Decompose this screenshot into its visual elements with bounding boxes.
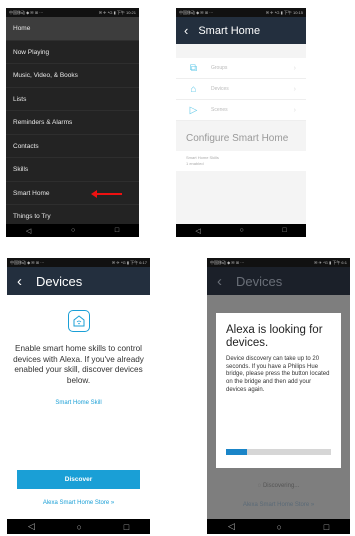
android-nav-bar: ◁ ○ □ [207, 519, 350, 534]
phone-discovery-screen: 中国移动 ◆ ✉ ⊞ ··· ✉ ✈ ⁴G ▮ 下午 6:1 ‹ Devices… [207, 258, 350, 534]
red-arrow-indicator [91, 189, 122, 198]
menu-item-lists[interactable]: Lists [6, 88, 139, 111]
smart-home-store-link-dimmed: Alexa Smart Home Store » [242, 502, 315, 508]
android-nav-bar: ◁ ○ □ [176, 224, 306, 237]
status-bar: 中国移动 ◆ ✉ ⊞ ··· ✉ ✈ ⁴G ▮ 下午 6:17 [7, 258, 150, 267]
smart-home-list: ⧉ Groups › ⌂ Devices › ▷ Scenes › [176, 58, 306, 121]
discovery-dialog: Alexa is looking for devices. Device dis… [216, 313, 341, 468]
status-left: 中国移动 ◆ ✉ ⊞ ··· [9, 10, 44, 15]
status-bar: 中国移动 ◆ ✉ ⊞ ··· ✉ ✈ ⁴G ▮ 下午 10:21 [6, 8, 139, 17]
menu-item-music-video-books[interactable]: Music, Video, & Books [6, 64, 139, 88]
status-right: ✉ ✈ ⁴G ▮ 下午 10:15 [265, 10, 303, 15]
home-nav-icon[interactable]: ○ [71, 227, 75, 234]
status-right: ✉ ✈ ⁴G ▮ 下午 10:21 [98, 10, 136, 15]
status-left: 中国移动 ◆ ✉ ⊞ ··· [210, 260, 245, 265]
phone-menu-screen: 中国移动 ◆ ✉ ⊞ ··· ✉ ✈ ⁴G ▮ 下午 10:21 Home No… [6, 8, 139, 237]
discovering-status: ◌ Discovering... [257, 483, 300, 489]
status-bar: 中国移动 ◆ ✉ ⊞ ··· ✉ ✈ ⁴G ▮ 下午 6:1 [207, 258, 350, 267]
recents-nav-icon[interactable]: □ [324, 522, 329, 532]
back-nav-icon[interactable]: ◁ [228, 521, 235, 532]
discover-button[interactable]: Discover [17, 470, 140, 489]
chevron-right-icon: › [293, 64, 296, 72]
devices-body: Enable smart home skills to control devi… [7, 295, 150, 519]
nav-menu: Home Now Playing Music, Video, & Books L… [6, 17, 139, 229]
groups-icon: ⧉ [189, 62, 198, 74]
configure-heading: Configure Smart Home [186, 133, 289, 144]
back-arrow-icon[interactable]: ‹ [17, 273, 22, 290]
devices-header-dimmed: ‹ Devices [207, 267, 350, 295]
back-nav-icon[interactable]: ◁ [195, 227, 200, 235]
recents-nav-icon[interactable]: □ [124, 522, 129, 532]
status-left: 中国移动 ◆ ✉ ⊞ ··· [179, 10, 214, 15]
status-right: ✉ ✈ ⁴G ▮ 下午 6:17 [111, 260, 147, 265]
scenes-icon: ▷ [189, 104, 198, 116]
row-groups[interactable]: ⧉ Groups › [176, 58, 306, 79]
chevron-right-icon: › [293, 85, 296, 93]
smart-home-store-link[interactable]: Alexa Smart Home Store » [7, 500, 150, 506]
android-nav-bar: ◁ ○ □ [7, 519, 150, 534]
back-arrow-icon[interactable]: ‹ [184, 23, 188, 38]
row-devices[interactable]: ⌂ Devices › [176, 79, 306, 100]
home-nav-icon[interactable]: ○ [277, 522, 282, 532]
status-left: 中国移动 ◆ ✉ ⊞ ··· [10, 260, 45, 265]
enable-skills-message: Enable smart home skills to control devi… [13, 344, 144, 385]
phone-smart-home-screen: 中国移动 ◆ ✉ ⊞ ··· ✉ ✈ ⁴G ▮ 下午 10:15 ‹ Smart… [176, 8, 306, 237]
menu-item-home[interactable]: Home [6, 17, 139, 41]
chevron-right-icon: › [293, 106, 296, 114]
discovery-progress-bar [226, 449, 331, 455]
phone-devices-screen: 中国移动 ◆ ✉ ⊞ ··· ✉ ✈ ⁴G ▮ 下午 6:17 ‹ Device… [7, 258, 150, 534]
smart-home-header: ‹ Smart Home [176, 17, 306, 44]
smart-home-skill-link[interactable]: Smart Home Skill [7, 400, 150, 406]
android-nav-bar: ◁ ○ □ [6, 224, 139, 237]
smart-home-hub-icon [67, 310, 90, 332]
page-title: Devices [36, 273, 83, 289]
recents-nav-icon[interactable]: □ [282, 227, 286, 234]
progress-fill [226, 449, 247, 455]
menu-item-smart-home[interactable]: Smart Home [6, 182, 139, 205]
menu-item-now-playing[interactable]: Now Playing [6, 41, 139, 64]
devices-icon: ⌂ [190, 83, 197, 95]
page-title: Devices [236, 273, 283, 289]
menu-item-contacts[interactable]: Contacts [6, 135, 139, 158]
status-bar: 中国移动 ◆ ✉ ⊞ ··· ✉ ✈ ⁴G ▮ 下午 10:15 [176, 8, 306, 17]
menu-item-skills[interactable]: Skills [6, 158, 139, 182]
smart-home-skills-row[interactable]: Smart Home Skills 1 enabled [176, 151, 306, 171]
devices-header: ‹ Devices [7, 267, 150, 295]
home-nav-icon[interactable]: ○ [77, 522, 82, 532]
dialog-title: Alexa is looking for devices. [226, 324, 323, 349]
page-title: Smart Home [198, 24, 261, 37]
home-nav-icon[interactable]: ○ [239, 227, 243, 234]
status-right: ✉ ✈ ⁴G ▮ 下午 6:1 [314, 260, 347, 265]
back-arrow-icon: ‹ [217, 272, 222, 290]
dialog-body: Device discovery can take up to 20 secon… [226, 356, 330, 393]
row-scenes[interactable]: ▷ Scenes › [176, 100, 306, 121]
back-nav-icon[interactable]: ◁ [26, 227, 31, 235]
recents-nav-icon[interactable]: □ [115, 227, 119, 234]
skills-count: 1 enabled [186, 161, 204, 166]
back-nav-icon[interactable]: ◁ [28, 521, 35, 532]
menu-item-reminders-alarms[interactable]: Reminders & Alarms [6, 111, 139, 135]
